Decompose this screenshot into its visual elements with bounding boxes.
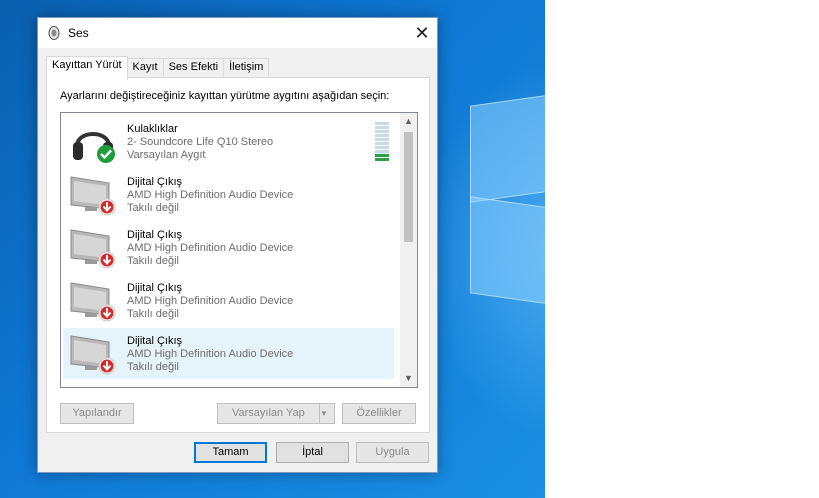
device-status: Takılı değil [127,308,179,320]
unplugged-arrow-badge [98,251,116,269]
device-item-digital-output-2[interactable]: Dijital Çıkış AMD High Definition Audio … [63,222,394,273]
device-item-digital-output-4[interactable]: Dijital Çıkış AMD High Definition Audio … [63,328,394,379]
device-item-headphones[interactable]: Kulaklıklar 2- Soundcore Life Q10 Stereo… [63,116,394,167]
cancel-button[interactable]: İptal [276,442,349,463]
instruction-text: Ayarlarını değiştireceğiniz kayıttan yür… [60,90,390,102]
tab-recording[interactable]: Kayıt [126,58,164,79]
device-name: Dijital Çıkış [127,335,183,347]
unplugged-arrow-badge [98,198,116,216]
headphones-icon [73,132,115,163]
monitor-icon [70,335,116,375]
windows-logo-pane-bottom [470,196,545,305]
monitor-icon [70,176,116,216]
volume-level-meter [375,122,389,162]
monitor-icon [70,282,116,322]
device-status: Takılı değil [127,361,179,373]
tab-sound-effects[interactable]: Ses Efekti [162,58,225,79]
device-name: Dijital Çıkış [127,176,183,188]
tab-communications[interactable]: İletişim [223,58,270,79]
close-button[interactable]: ✕ [407,18,437,48]
device-item-digital-output-1[interactable]: Dijital Çıkış AMD High Definition Audio … [63,169,394,220]
chevron-down-icon[interactable]: ▼ [319,404,334,423]
blank-area [545,0,819,498]
device-item-digital-output-3[interactable]: Dijital Çıkış AMD High Definition Audio … [63,275,394,326]
tab-strip: Kayıttan Yürüt Kayıt Ses Efekti İletişim [46,56,270,80]
configure-button[interactable]: Yapılandır [60,403,134,424]
apply-button[interactable]: Uygula [356,442,429,463]
unplugged-arrow-badge [98,357,116,375]
device-list-scrollbar[interactable]: ▲ ▼ [400,113,417,387]
sound-dialog: Ses ✕ Kayıttan Yürüt Kayıt Ses Efekti İl… [37,17,438,473]
close-icon: ✕ [414,22,430,43]
device-name: Kulaklıklar [127,123,178,135]
device-status: Takılı değil [127,255,179,267]
playback-panel: Ayarlarını değiştireceğiniz kayıttan yür… [46,77,430,433]
device-list[interactable]: Kulaklıklar 2- Soundcore Life Q10 Stereo… [60,112,418,388]
device-name: Dijital Çıkış [127,229,183,241]
window-title: Ses [68,26,89,40]
device-status: Takılı değil [127,202,179,214]
windows-logo-pane-top [470,94,545,203]
speaker-icon [48,26,60,40]
scroll-up-arrow-icon[interactable]: ▲ [400,113,417,130]
device-status: Varsayılan Aygıt [127,149,206,161]
set-default-label: Varsayılan Yap [232,407,305,419]
monitor-icon [70,229,116,269]
unplugged-arrow-badge [98,304,116,322]
tab-playback[interactable]: Kayıttan Yürüt [46,56,128,80]
ok-button[interactable]: Tamam [194,442,267,463]
device-description: AMD High Definition Audio Device [127,348,294,360]
set-default-split-button[interactable]: Varsayılan Yap ▼ [217,403,335,424]
title-bar: Ses ✕ [38,18,437,48]
default-check-badge [97,145,115,163]
device-description: AMD High Definition Audio Device [127,189,294,201]
device-description: 2- Soundcore Life Q10 Stereo [127,136,274,148]
properties-button[interactable]: Özellikler [342,403,416,424]
device-name: Dijital Çıkış [127,282,183,294]
scrollbar-thumb[interactable] [404,132,413,242]
device-description: AMD High Definition Audio Device [127,242,294,254]
device-description: AMD High Definition Audio Device [127,295,294,307]
scroll-down-arrow-icon[interactable]: ▼ [400,370,417,387]
